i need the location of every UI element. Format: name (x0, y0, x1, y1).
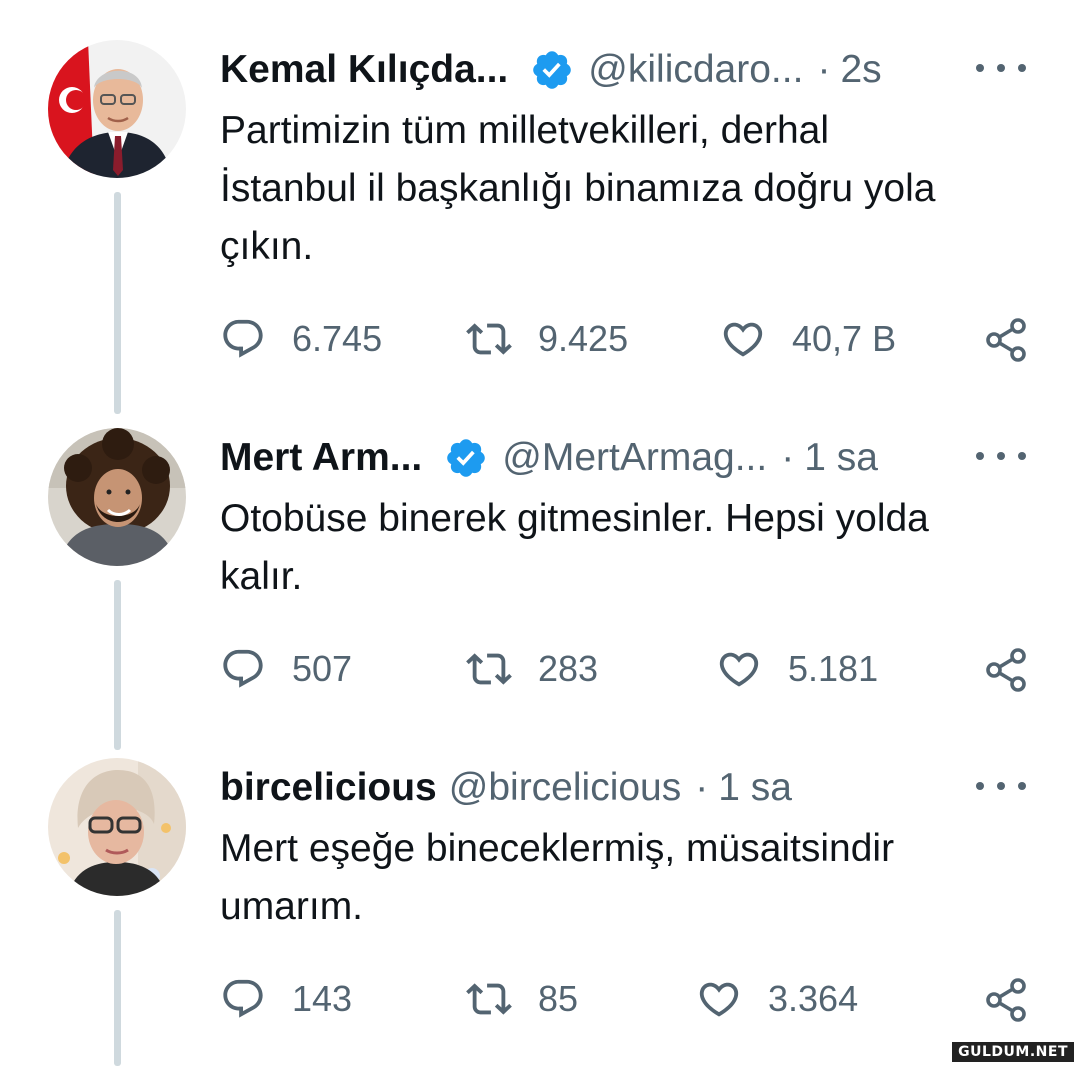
thread-line (114, 192, 121, 414)
retweet-count: 283 (538, 648, 599, 689)
verified-badge-icon (447, 439, 486, 477)
display-name[interactable]: Mert Arm... (220, 436, 422, 480)
reply-count: 507 (292, 648, 353, 689)
tweet-actions: 6.745 9.425 40,7 B (220, 314, 1040, 364)
display-name[interactable]: Kemal Kılıçda... (220, 48, 508, 92)
reply-button[interactable]: 143 (220, 974, 352, 1024)
verified-badge-icon (533, 51, 572, 89)
tweet-text-line: umarım. (220, 885, 364, 928)
reply-count: 6.745 (292, 318, 383, 359)
share-icon[interactable] (982, 646, 1030, 694)
reply-icon (223, 319, 263, 358)
thread-line (114, 910, 121, 1066)
like-count: 3.364 (768, 978, 859, 1019)
more-options-icon[interactable] (976, 436, 1026, 476)
tweet-text: Otobüse binerek gitmesinler. Hepsi yolda… (220, 490, 1040, 606)
separator: · (781, 436, 795, 479)
share-icon[interactable] (982, 316, 1030, 364)
thread-line (114, 580, 121, 750)
retweet-icon (466, 323, 512, 355)
avatar[interactable] (48, 40, 186, 178)
reply-count: 143 (292, 978, 353, 1019)
retweet-button[interactable]: 283 (466, 644, 598, 694)
heart-icon (719, 652, 759, 687)
retweet-button[interactable]: 85 (466, 974, 578, 1024)
tweet[interactable]: Mert Arm... @MertArmag... · 1 sa Otobüse… (0, 428, 1080, 750)
retweet-count: 85 (538, 978, 579, 1019)
avatar[interactable] (48, 428, 186, 566)
retweet-icon (466, 983, 512, 1015)
reply-icon (223, 979, 263, 1018)
tweet-text-line: çıkın. (220, 225, 314, 268)
watermark: GULDUM.NET (952, 1042, 1074, 1062)
tweet-text-line: kalır. (220, 555, 303, 598)
like-count: 5.181 (788, 648, 879, 689)
like-button[interactable]: 5.181 (716, 644, 878, 694)
like-button[interactable]: 3.364 (696, 974, 858, 1024)
separator: · (695, 766, 709, 809)
heart-icon (699, 982, 739, 1017)
tweet-text-line: Otobüse binerek gitmesinler. Hepsi yolda (220, 497, 929, 540)
tweet-text-line: Partimizin tüm milletvekilleri, derhal (220, 109, 829, 152)
tweet-actions: 143 85 3.364 (220, 974, 1040, 1024)
avatar[interactable] (48, 758, 186, 896)
reply-button[interactable]: 6.745 (220, 314, 382, 364)
tweet[interactable]: bircelicious @bircelicious · 1 sa Mert e… (0, 758, 1080, 1066)
display-name[interactable]: bircelicious (220, 766, 437, 810)
share-icon[interactable] (982, 976, 1030, 1024)
user-handle[interactable]: @kilicdaro... (588, 48, 803, 92)
timestamp[interactable]: 1 sa (718, 766, 792, 810)
like-count: 40,7 B (792, 318, 897, 359)
retweet-count: 9.425 (538, 318, 629, 359)
like-button[interactable]: 40,7 B (720, 314, 896, 364)
reply-button[interactable]: 507 (220, 644, 352, 694)
more-options-icon[interactable] (976, 48, 1026, 88)
tweet-actions: 507 283 5.181 (220, 644, 1040, 694)
timestamp[interactable]: 1 sa (804, 436, 878, 480)
more-options-icon[interactable] (976, 766, 1026, 806)
user-handle[interactable]: @MertArmag... (502, 436, 767, 480)
tweet-text-line: İstanbul il başkanlığı binamıza doğru yo… (220, 167, 936, 210)
tweet[interactable]: Kemal Kılıçda... @kilicdaro... · 2s Part… (0, 40, 1080, 414)
reply-icon (223, 649, 263, 688)
retweet-icon (466, 653, 512, 685)
timestamp[interactable]: 2s (840, 48, 881, 92)
heart-icon (723, 322, 763, 357)
separator: · (817, 48, 831, 91)
tweet-text: Mert eşeğe bineceklermiş, müsaitsindir u… (220, 820, 1040, 936)
tweet-text-line: Mert eşeğe bineceklermiş, müsaitsindir (220, 827, 895, 870)
tweet-text: Partimizin tüm milletvekilleri, derhal İ… (220, 102, 1040, 276)
retweet-button[interactable]: 9.425 (466, 314, 628, 364)
user-handle[interactable]: @bircelicious (449, 766, 682, 810)
